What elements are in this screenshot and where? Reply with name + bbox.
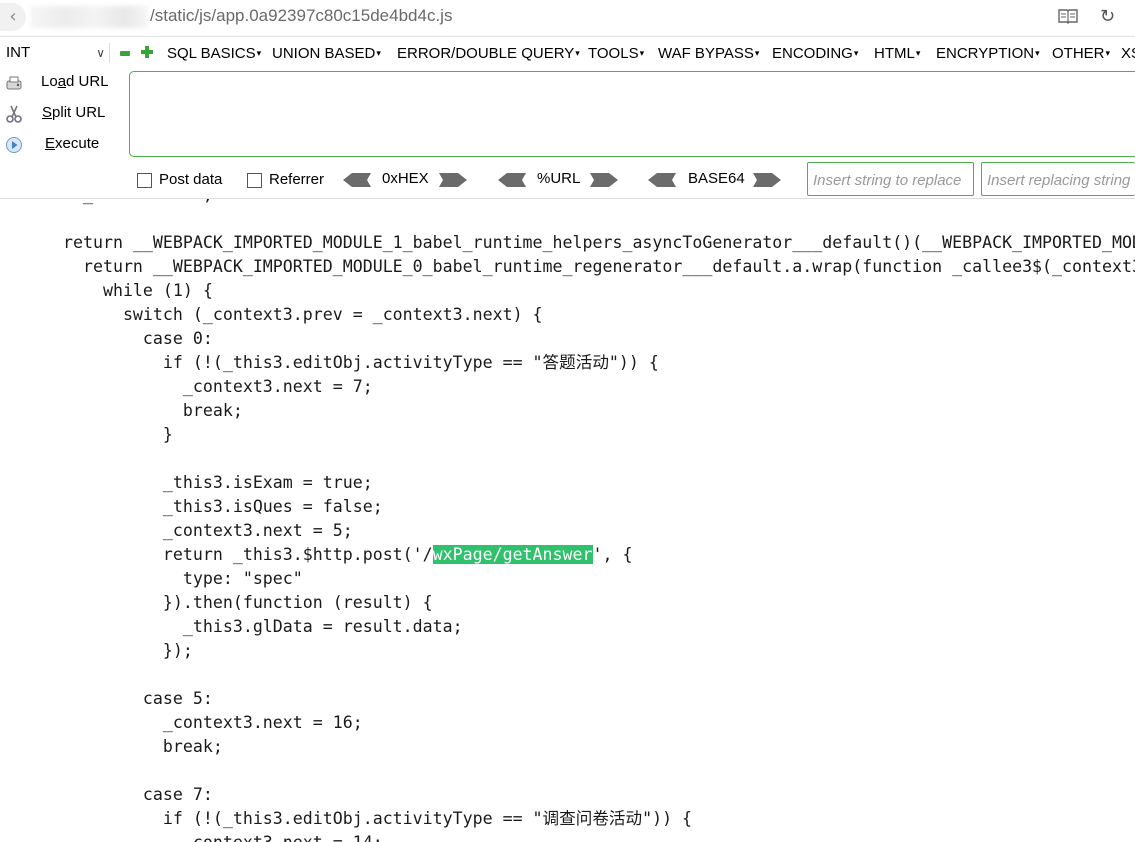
type-select-value: INT <box>6 44 31 61</box>
url-textarea[interactable] <box>129 71 1135 157</box>
code-line: while (1) { <box>63 281 213 300</box>
hackbar-panel: Load URL Split URL Execute Post data Ref… <box>0 70 1135 199</box>
replace-string-input[interactable]: Insert string to replace <box>807 162 974 196</box>
execute-button[interactable]: Execute <box>0 132 128 158</box>
code-line: _context3.next = 16; <box>63 713 363 732</box>
code-line: case 7: <box>63 785 213 804</box>
menu-sql-basics[interactable]: SQL BASICS▾ <box>167 45 261 62</box>
menu-encryption[interactable]: ENCRYPTION▾ <box>936 45 1040 62</box>
base64-label: BASE64 <box>688 170 745 187</box>
address-bar: ‹ /static/js/app.0a92397c80c15de4bd4c.js… <box>0 0 1135 37</box>
reload-icon[interactable]: ↻ <box>1100 6 1115 27</box>
search-highlight: wxPage/getAnswer <box>432 545 593 564</box>
menu-html[interactable]: HTML▾ <box>874 45 920 62</box>
code-line: case 0: <box>63 329 213 348</box>
plus-icon[interactable] <box>141 46 153 58</box>
code-line: }).then(function (result) { <box>63 593 433 612</box>
code-line: } <box>63 425 173 444</box>
hex-encode-arrow-icon[interactable] <box>439 173 467 187</box>
code-line: _context3.next = 5; <box>63 521 353 540</box>
referrer-label: Referrer <box>269 171 325 188</box>
scissors-icon <box>6 105 22 123</box>
code-line: _this3.isQues = false; <box>63 497 383 516</box>
minus-icon[interactable] <box>120 51 130 56</box>
menu-error-double-query[interactable]: ERROR/DOUBLE QUERY▾ <box>397 45 580 62</box>
code-line: type: "spec" <box>63 569 303 588</box>
base64-encode-arrow-icon[interactable] <box>753 173 781 187</box>
base64-encoder: BASE64 <box>648 170 782 190</box>
code-text: _ , return __WEBPACK_IMPORTED_MODULE_1_b… <box>63 199 1135 842</box>
hex-label: 0xHEX <box>382 170 429 187</box>
post-data-label: Post data <box>159 171 223 188</box>
url-encoder: %URL <box>498 170 620 190</box>
code-line: if (!(_this3.editObj.activityType == "调查… <box>63 809 693 828</box>
menu-union-based[interactable]: UNION BASED▾ <box>272 45 381 62</box>
menu-encoding[interactable]: ENCODING▾ <box>772 45 858 62</box>
code-line: case 5: <box>63 689 213 708</box>
code-line: _this3.glData = result.data; <box>63 617 463 636</box>
redacted-host <box>30 6 148 28</box>
url-decode-arrow-icon[interactable] <box>498 173 526 187</box>
code-line: return __WEBPACK_IMPORTED_MODULE_1_babel… <box>63 233 1135 252</box>
code-line: _context3.next = 7; <box>63 377 373 396</box>
source-code-view: _ , return __WEBPACK_IMPORTED_MODULE_1_b… <box>0 199 1135 842</box>
code-line: }); <box>63 641 193 660</box>
menu-tools[interactable]: TOOLS▾ <box>588 45 644 62</box>
hex-encoder: 0xHEX <box>343 170 469 190</box>
split-url-button[interactable]: Split URL <box>0 101 128 127</box>
back-button[interactable]: ‹ <box>0 3 26 31</box>
code-line: _ , <box>63 199 1135 207</box>
hex-decode-arrow-icon[interactable] <box>343 173 371 187</box>
url-label: %URL <box>537 170 581 187</box>
code-line: return _this3.$http.post('/wxPage/getAns… <box>63 545 633 564</box>
menu-other[interactable]: OTHER▾ <box>1052 45 1110 62</box>
code-line: return __WEBPACK_IMPORTED_MODULE_0_babel… <box>63 257 1135 276</box>
load-url-icon <box>6 76 22 90</box>
load-url-button[interactable]: Load URL <box>0 70 128 96</box>
menu-xss[interactable]: XS <box>1121 45 1135 62</box>
url-path[interactable]: /static/js/app.0a92397c80c15de4bd4c.js <box>150 6 452 26</box>
code-line: _context3.next = 14; <box>63 831 1135 842</box>
play-icon <box>6 137 22 153</box>
type-select[interactable]: INT ∨ <box>0 43 110 63</box>
code-line: break; <box>63 401 243 420</box>
url-encode-arrow-icon[interactable] <box>590 173 618 187</box>
code-line: if (!(_this3.editObj.activityType == "答题… <box>63 353 659 372</box>
menu-waf-bypass[interactable]: WAF BYPASS▾ <box>658 45 759 62</box>
code-line: switch (_context3.prev = _context3.next)… <box>63 305 543 324</box>
chevron-down-icon: ∨ <box>96 46 105 60</box>
reader-view-icon[interactable] <box>1058 8 1078 24</box>
hackbar-toolbar: INT ∨ SQL BASICS▾ UNION BASED▾ ERROR/DOU… <box>0 37 1135 70</box>
replacing-string-input[interactable]: Insert replacing string <box>981 162 1135 196</box>
code-line: break; <box>63 737 223 756</box>
code-line: _this3.isExam = true; <box>63 473 373 492</box>
chevron-left-icon: ‹ <box>9 6 17 27</box>
base64-decode-arrow-icon[interactable] <box>648 173 676 187</box>
